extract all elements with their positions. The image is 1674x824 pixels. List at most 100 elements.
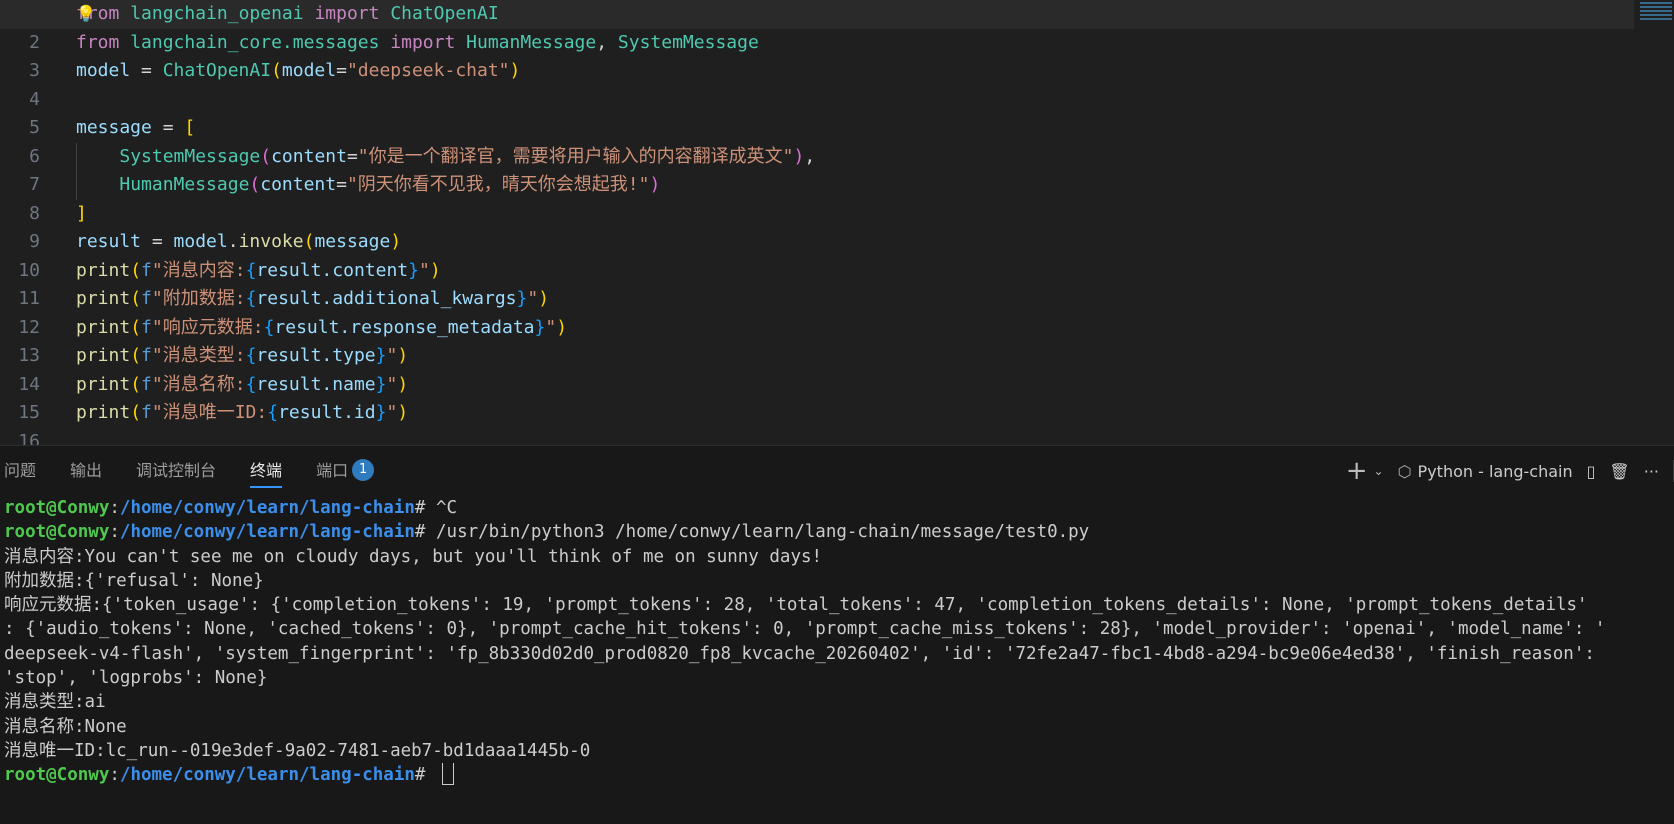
line-number: 14: [18, 373, 40, 395]
code-token: ): [538, 288, 550, 309]
code-token: (: [130, 316, 142, 338]
tab-output[interactable]: 输出: [70, 446, 102, 496]
code-token: "阴天你看不见我，晴天你会想起我!": [346, 174, 650, 195]
line-number-gutter: 12345678910111213141516: [0, 0, 58, 445]
code-line[interactable]: from langchain_openai import ChatOpenAI: [0, 0, 1634, 29]
code-token: (: [260, 145, 272, 167]
code-token: ): [509, 60, 521, 81]
split-icon[interactable]: ▯: [1587, 462, 1596, 481]
code-token: print: [76, 402, 131, 423]
code-token: ": [386, 402, 398, 423]
code-line[interactable]: ​: [76, 428, 1634, 446]
code-line[interactable]: print(f"消息唯一ID:{result.id}"): [76, 399, 1634, 428]
ports-badge: 1: [352, 458, 375, 481]
code-token: "消息名称:: [151, 373, 246, 395]
code-token: ,: [804, 145, 816, 167]
code-token: =: [130, 60, 163, 81]
terminal-cursor: [442, 763, 454, 785]
line-number: 4: [29, 88, 40, 110]
line-number: 3: [29, 60, 40, 81]
terminal-line: root@Conwy:/home/conwy/learn/lang-chain#…: [4, 520, 1674, 544]
code-line[interactable]: ​: [76, 86, 1634, 115]
code-token: {: [245, 259, 257, 281]
code-token: =: [336, 60, 347, 81]
code-token: f: [141, 402, 152, 423]
code-token: "响应元数据:: [151, 316, 264, 338]
lightbulb-icon[interactable]: 💡: [76, 4, 96, 23]
code-line[interactable]: print(f"消息名称:{result.name}"): [76, 371, 1634, 400]
code-line[interactable]: from langchain_core.messages import Huma…: [76, 29, 1634, 58]
code-token: SystemMessage: [119, 145, 261, 167]
line-number: 13: [18, 345, 40, 366]
line-number: 16: [18, 430, 40, 446]
plus-icon[interactable]: +: [1346, 456, 1368, 486]
code-token: result.type: [256, 345, 376, 366]
line-number: 6: [29, 145, 40, 167]
code-token: "消息内容:: [151, 259, 246, 281]
code-line[interactable]: ]: [76, 200, 1634, 229]
code-token: ): [556, 316, 568, 338]
code-token: print: [76, 316, 131, 338]
indent-guide: [76, 171, 77, 200]
code-editor[interactable]: 12345678910111213141516 from langchain_o…: [0, 0, 1674, 445]
terminal-path: /home/conwy/learn/lang-chain: [119, 522, 415, 543]
code-token: ): [397, 373, 409, 395]
line-number: 8: [29, 202, 40, 224]
trash-icon[interactable]: 🗑: [1609, 462, 1629, 481]
code-token: {: [245, 345, 257, 366]
terminal-shell-label[interactable]: Python - lang-chain: [1418, 462, 1573, 481]
code-token: message: [76, 117, 152, 138]
code-token: langchain_openai: [130, 3, 304, 24]
code-token: }: [516, 288, 528, 309]
code-token: =: [346, 145, 358, 167]
terminal-path: /home/conwy/learn/lang-chain: [119, 765, 415, 786]
code-line[interactable]: print(f"附加数据:{result.additional_kwargs}"…: [76, 285, 1634, 314]
terminal-path: /home/conwy/learn/lang-chain: [119, 498, 415, 518]
code-line[interactable]: print(f"消息类型:{result.type}"): [76, 342, 1634, 371]
code-token: print: [76, 288, 131, 309]
code-token: ,: [596, 31, 618, 53]
code-token: HumanMessage: [119, 174, 250, 195]
code-line[interactable]: message = [: [76, 114, 1634, 143]
code-token: .: [227, 231, 239, 252]
code-token: =: [151, 117, 185, 138]
code-token: model: [76, 60, 131, 81]
terminal-user: root@Conwy: [4, 498, 110, 518]
code-token: }: [534, 316, 546, 338]
code-token: }: [375, 402, 387, 423]
code-line[interactable]: SystemMessage(content="你是一个翻译官，需要将用户输入的内…: [76, 142, 1634, 171]
code-token: {: [245, 288, 257, 309]
code-token: "deepseek-chat": [346, 60, 510, 81]
code-line[interactable]: print(f"消息内容:{result.content}"): [76, 257, 1634, 286]
terminal-line: 响应元数据:{'token_usage': {'completion_token…: [4, 595, 1588, 616]
line-number: 7: [29, 174, 40, 195]
terminal-line: 消息类型:ai: [4, 692, 106, 713]
code-line[interactable]: print(f"响应元数据:{result.response_metadata}…: [76, 314, 1634, 343]
tab-problems[interactable]: 问题: [4, 446, 36, 496]
code-token: ": [386, 373, 398, 395]
terminal-line: : {'audio_tokens': None, 'cached_tokens'…: [4, 619, 1606, 640]
code-line[interactable]: HumanMessage(content="阴天你看不见我，晴天你会想起我!"): [76, 171, 1634, 200]
code-token: {: [263, 316, 275, 338]
tab-ports[interactable]: 端口 1: [316, 446, 375, 496]
terminal-user: root@Conwy: [4, 765, 110, 786]
code-line[interactable]: model = ChatOpenAI(model="deepseek-chat"…: [76, 57, 1634, 86]
indent-guide: [76, 142, 77, 171]
tab-terminal[interactable]: 终端: [250, 446, 283, 496]
code-token: SystemMessage: [617, 31, 759, 53]
minimap[interactable]: [1638, 0, 1674, 32]
more-icon[interactable]: ···: [1644, 462, 1659, 481]
code-token: import: [390, 31, 456, 53]
code-line[interactable]: result = model.invoke(message): [76, 228, 1634, 257]
terminal-toolbar: + ⌄ ⬡ Python - lang-chain ▯ 🗑 ···: [1332, 446, 1674, 496]
code-content[interactable]: from langchain_openai import ChatOpenAI f…: [0, 0, 1634, 446]
tab-debug-console[interactable]: 调试控制台: [136, 446, 216, 496]
chevron-down-icon[interactable]: ⌄: [1374, 464, 1384, 478]
code-token: [: [184, 117, 196, 138]
code-token: ": [527, 288, 539, 309]
code-token: result.id: [278, 402, 376, 423]
terminal-output[interactable]: root@Conwy:/home/conwy/learn/lang-chain#…: [4, 496, 1674, 788]
